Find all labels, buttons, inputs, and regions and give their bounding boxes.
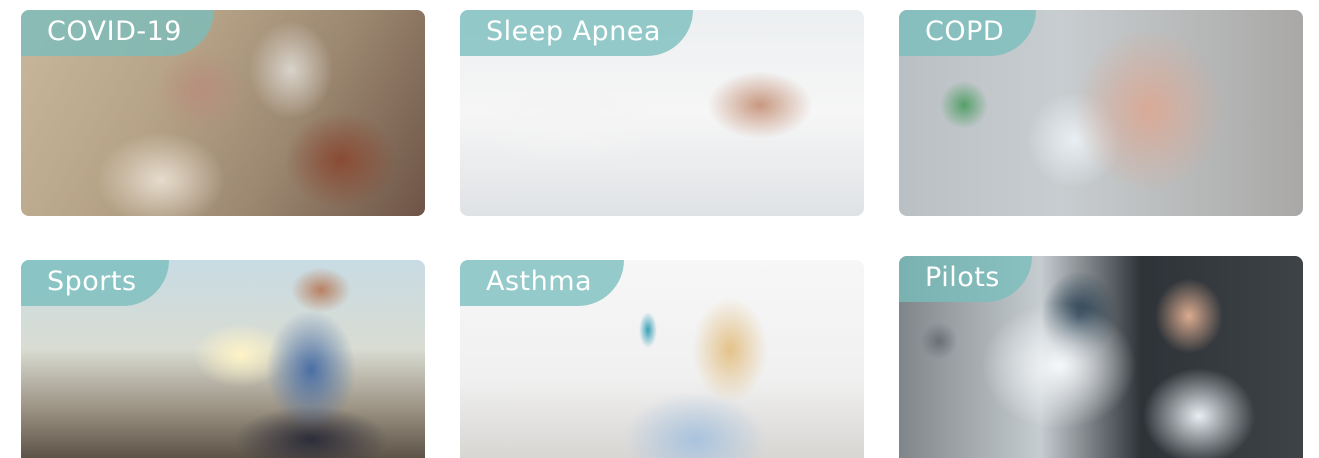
card-copd[interactable]: COPD — [899, 10, 1303, 216]
card-covid-19[interactable]: COVID-19 — [21, 10, 425, 216]
card-sleep-apnea[interactable]: Sleep Apnea — [460, 10, 864, 216]
card-asthma[interactable]: Asthma — [460, 260, 864, 458]
card-pilots[interactable]: Pilots — [899, 256, 1303, 458]
card-sports[interactable]: Sports — [21, 260, 425, 458]
card-label-sports: Sports — [21, 260, 169, 306]
condition-grid: COVID-19 Sleep Apnea COPD Sports Asthma … — [0, 0, 1319, 458]
card-label-asthma: Asthma — [460, 260, 625, 306]
card-label-covid-19: COVID-19 — [21, 10, 214, 56]
card-label-sleep-apnea: Sleep Apnea — [460, 10, 693, 56]
